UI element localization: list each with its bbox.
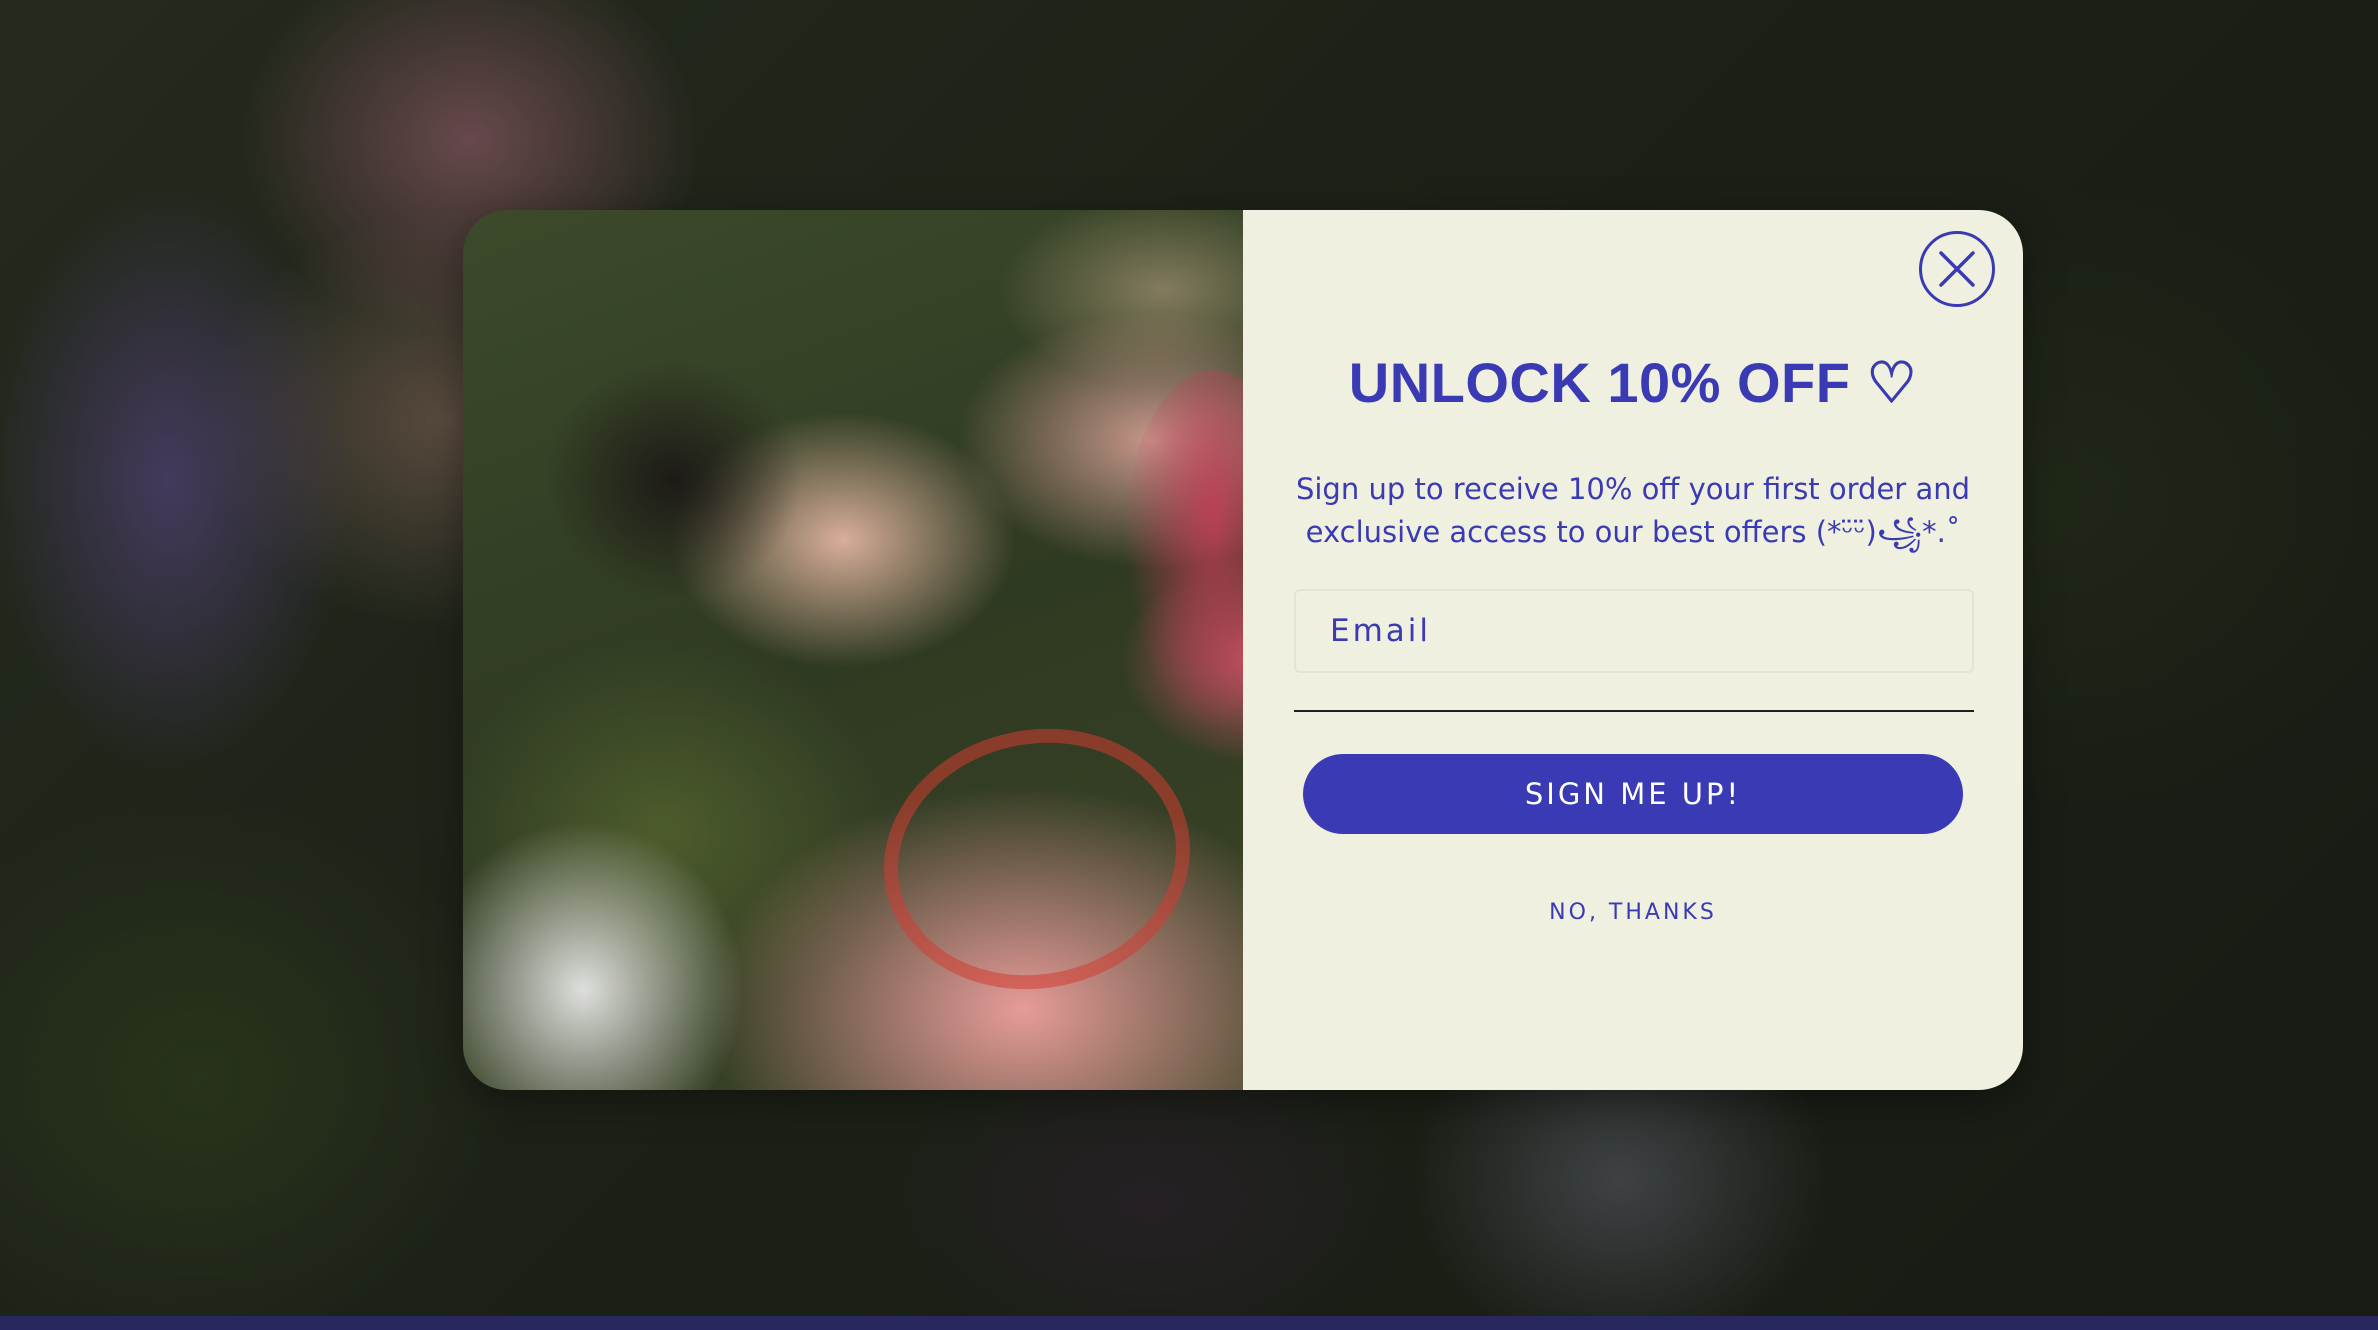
popup-form-panel: UNLOCK 10% OFF ♡ Sign up to receive 10% … (1243, 210, 2023, 1090)
sign-up-button[interactable]: SIGN ME UP! (1303, 754, 1963, 834)
photo-detail (543, 360, 803, 600)
popup-headline: UNLOCK 10% OFF ♡ (1348, 351, 1918, 414)
divider (1294, 710, 1974, 712)
signup-popup: UNLOCK 10% OFF ♡ Sign up to receive 10% … (463, 210, 2023, 1090)
footer-bar (0, 1316, 2378, 1330)
photo-detail (1123, 370, 1243, 730)
page: UNLOCK 10% OFF ♡ Sign up to receive 10% … (0, 0, 2378, 1330)
decline-link[interactable]: NO, THANKS (1243, 900, 2023, 925)
email-field[interactable] (1294, 589, 1974, 673)
popup-description: Sign up to receive 10% off your first or… (1295, 472, 1971, 549)
photo-detail (859, 700, 1215, 1018)
popup-photo (463, 210, 1243, 1090)
close-button[interactable] (1919, 231, 1995, 307)
close-x-icon (1939, 251, 1975, 287)
